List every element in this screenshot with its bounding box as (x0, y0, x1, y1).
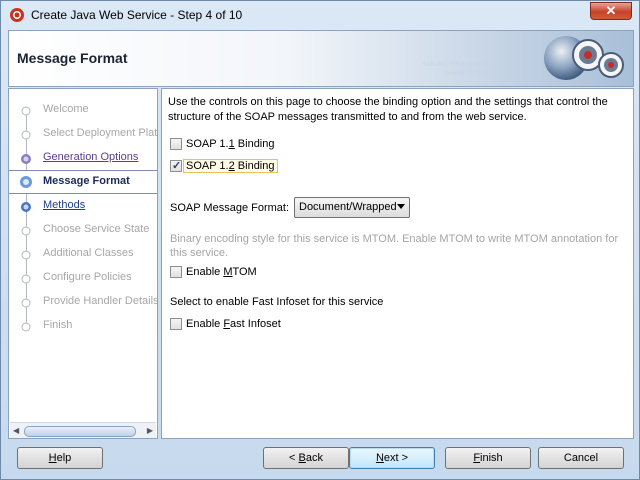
nav-step-choose-service-state: Choose Service State (9, 219, 157, 241)
nav-step-label: Finish (43, 319, 73, 331)
close-icon: ✕ (605, 3, 617, 18)
title-bar[interactable]: Create Java Web Service - Step 4 of 10 ✕ (1, 1, 639, 29)
step-disabled-icon (21, 250, 31, 260)
fast-infoset-label: Select to enable Fast Infoset for this s… (170, 296, 384, 308)
step-disabled-icon (21, 322, 31, 332)
nav-step-welcome: Welcome (9, 99, 157, 121)
nav-step-label: Choose Service State (43, 223, 150, 235)
step-disabled-icon (21, 130, 31, 140)
wizard-window: Create Java Web Service - Step 4 of 10 ✕… (0, 0, 640, 480)
scrollbar-thumb[interactable] (24, 426, 136, 437)
nav-step-provide-handler-details: Provide Handler Details (9, 291, 157, 313)
nav-step-additional-classes: Additional Classes (9, 243, 157, 265)
step-disabled-icon (21, 226, 31, 236)
nav-step-label: Provide Handler Details (43, 295, 158, 307)
web-service-banner-icon: 0101001000101001000 1010001001010100 (423, 36, 624, 80)
wizard-steps-panel: Welcome Select Deployment Platf Generati… (8, 88, 158, 439)
chevron-down-icon (397, 204, 405, 209)
step-disabled-icon (21, 274, 31, 284)
nav-step-configure-policies: Configure Policies (9, 267, 157, 289)
scroll-right-icon[interactable]: ▶ (147, 426, 153, 435)
nav-step-finish: Finish (9, 315, 157, 337)
nav-step-label: Select Deployment Platf (43, 127, 158, 139)
nav-step-label: Message Format (43, 175, 130, 187)
checkbox-label: SOAP 1.1 Binding (186, 138, 275, 150)
oracle-jdeveloper-icon (10, 8, 24, 22)
checkbox-box[interactable] (170, 318, 182, 330)
back-button[interactable]: < Back (263, 447, 349, 469)
scroll-left-icon[interactable]: ◀ (13, 426, 19, 435)
checkmark-icon: ✓ (172, 160, 182, 172)
step-current-icon (20, 176, 32, 188)
next-button[interactable]: Next > (349, 447, 435, 469)
checkbox-label: SOAP 1.2 Binding (183, 159, 278, 173)
step-visited-icon (21, 154, 31, 164)
page-header-banner: Message Format 0101001000101001000 10100… (8, 30, 634, 87)
checkbox-label: Enable MTOM (186, 266, 257, 278)
nav-step-methods[interactable]: Methods (9, 195, 157, 217)
soap-message-format-select[interactable]: Document/Wrapped (294, 197, 410, 218)
close-window-button[interactable]: ✕ (590, 2, 632, 20)
step-next-icon (21, 202, 31, 212)
checkbox-label: Enable Fast Infoset (186, 318, 281, 330)
nav-step-label: Welcome (43, 103, 89, 115)
svg-text:1010001001010100: 1010001001010100 (443, 70, 501, 77)
svg-text:0101001000101001000: 0101001000101001000 (423, 61, 492, 68)
select-value: Document/Wrapped (299, 201, 397, 213)
intro-text: Use the controls on this page to choose … (168, 96, 608, 123)
nav-step-label: Generation Options (43, 151, 139, 163)
nav-step-label: Additional Classes (43, 247, 134, 259)
step-disabled-icon (21, 298, 31, 308)
nav-step-select-deployment-platform: Select Deployment Platf (9, 123, 157, 145)
checkbox-box[interactable] (170, 266, 182, 278)
nav-step-label: Methods (43, 199, 86, 211)
nav-step-label: Configure Policies (43, 271, 132, 283)
finish-button[interactable]: Finish (445, 447, 531, 469)
nav-horizontal-scrollbar[interactable]: ◀ ▶ (10, 422, 156, 438)
window-title: Create Java Web Service - Step 4 of 10 (31, 8, 243, 22)
nav-step-generation-options[interactable]: Generation Options (9, 147, 157, 169)
mtom-hint-text: Binary encoding style for this service i… (170, 233, 619, 259)
page-title: Message Format (17, 50, 128, 66)
nav-step-message-format[interactable]: Message Format (9, 170, 157, 194)
checkbox-box[interactable] (170, 138, 182, 150)
checkbox-box[interactable]: ✓ (170, 160, 182, 172)
soap-message-format-label: SOAP Message Format: (170, 202, 290, 214)
help-button[interactable]: Help (17, 447, 103, 469)
step-disabled-icon (21, 106, 31, 116)
content-panel: Use the controls on this page to choose … (161, 88, 634, 439)
cancel-button[interactable]: Cancel (538, 447, 624, 469)
